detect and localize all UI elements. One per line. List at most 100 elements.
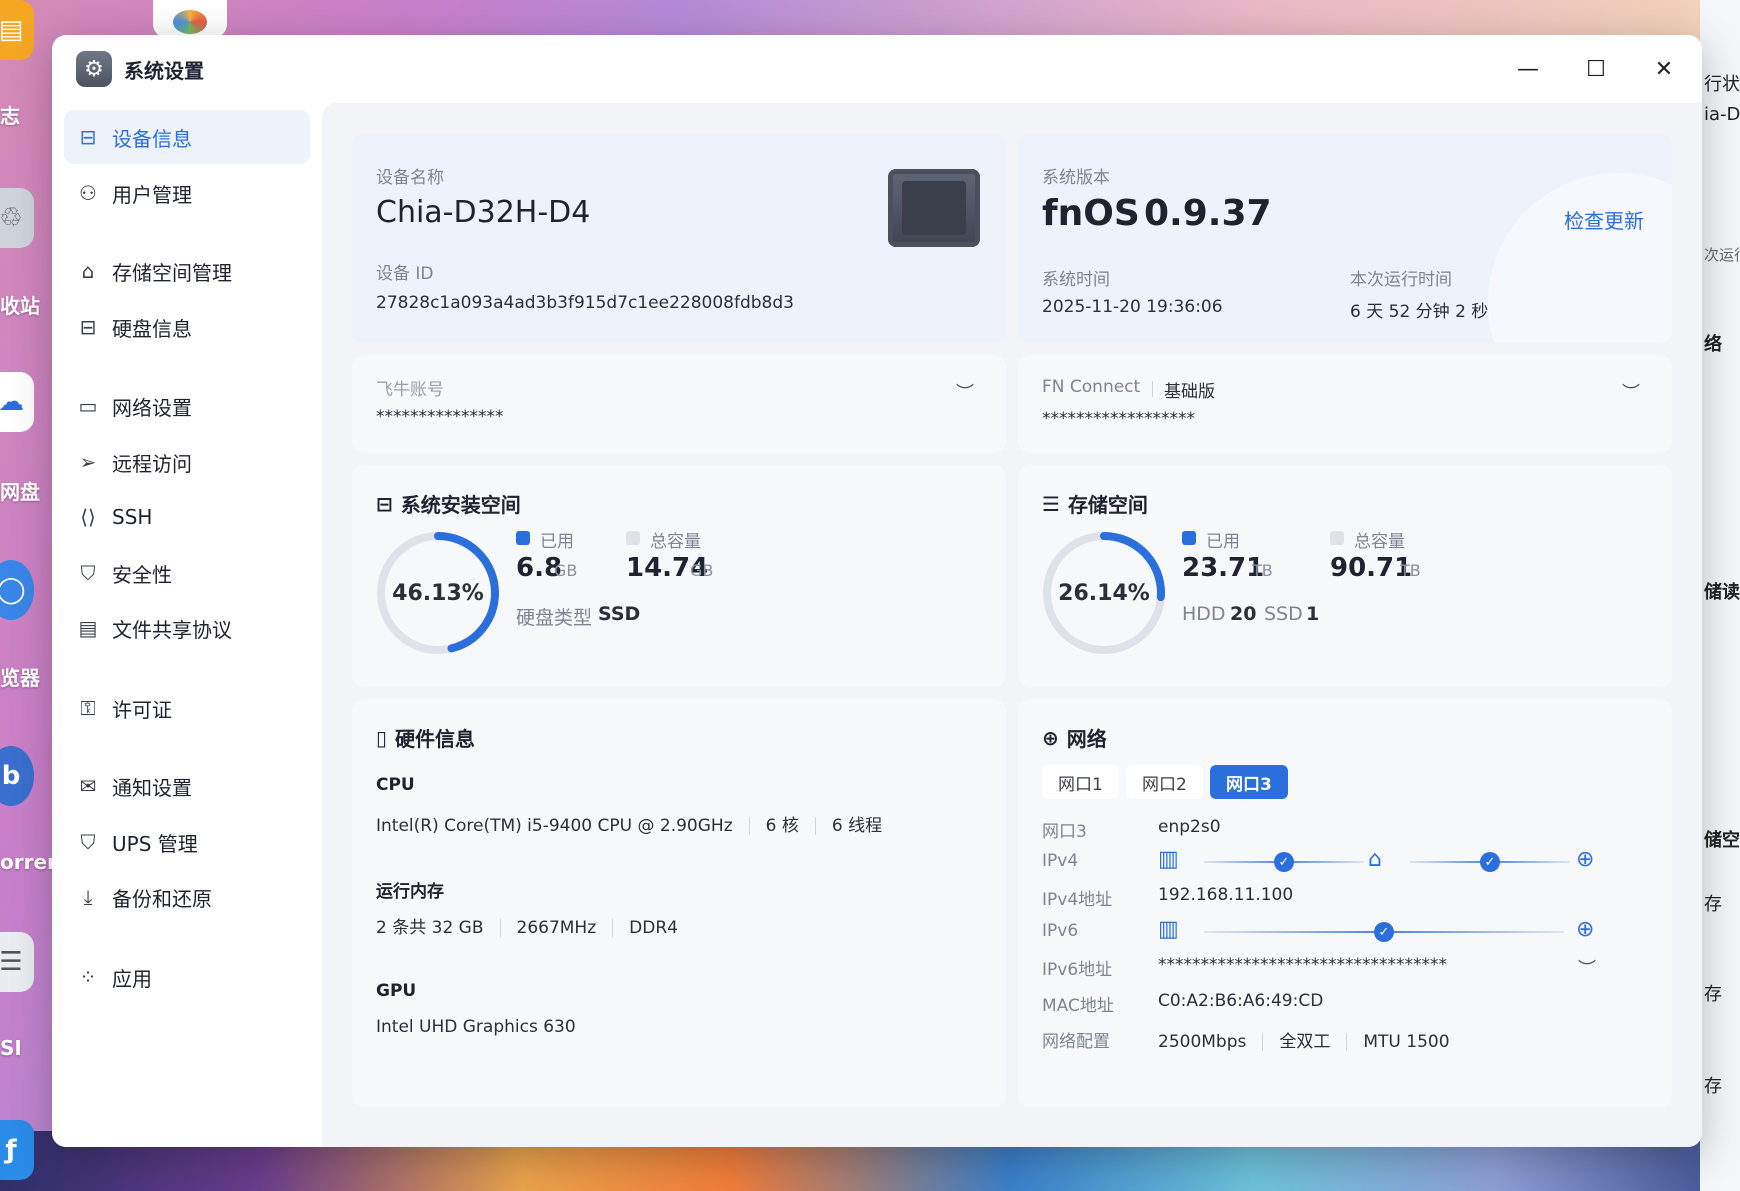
tab-port2[interactable]: 网口2 bbox=[1126, 765, 1203, 799]
recycle-bin-icon[interactable]: ♲ bbox=[0, 188, 34, 248]
peek-text: 存 bbox=[1704, 984, 1722, 1005]
sidebar-item-file-sharing[interactable]: ▤ 文件共享协议 bbox=[64, 601, 310, 655]
peek-text: ia-D bbox=[1704, 104, 1740, 125]
qbittorrent-app-icon[interactable]: b bbox=[0, 746, 34, 806]
dock-label: 览器 bbox=[0, 666, 40, 690]
log-app-icon[interactable]: ▤ bbox=[0, 0, 34, 60]
sidebar-item-network[interactable]: ▭ 网络设置 bbox=[64, 379, 310, 433]
eye-closed-icon[interactable]: ︶ bbox=[956, 379, 974, 405]
sidebar-item-label: 通知设置 bbox=[112, 775, 192, 800]
iscsi-app-icon[interactable]: ☰ bbox=[0, 932, 34, 992]
system-time: 2025-11-20 19:36:06 bbox=[1042, 297, 1223, 317]
sidebar-item-device-info[interactable]: ⊟ 设备信息 bbox=[64, 110, 310, 164]
device-icon: ▯ bbox=[376, 725, 388, 750]
account-label: 飞牛账号 bbox=[376, 380, 444, 400]
sidebar-item-apps[interactable]: ⁘ 应用 bbox=[64, 950, 310, 1004]
system-time-label: 系统时间 bbox=[1042, 270, 1110, 290]
gpu-model: Intel UHD Graphics 630 bbox=[376, 1017, 576, 1037]
os-name: fnOS bbox=[1042, 193, 1140, 234]
internet-globe-icon: ⊕ bbox=[1576, 917, 1595, 942]
cpu-model: Intel(R) Core(TM) i5-9400 CPU @ 2.90GHz bbox=[376, 816, 733, 836]
total-legend-swatch bbox=[626, 531, 640, 545]
cpu-threads: 6 线程 bbox=[831, 816, 883, 836]
hardware-card: ▯ 硬件信息 CPU Intel(R) Core(TM) i5-9400 CPU … bbox=[352, 699, 1006, 1107]
ssd-count: 1 bbox=[1306, 603, 1320, 625]
sidebar-item-backup[interactable]: ⤓ 备份和还原 bbox=[64, 870, 310, 924]
sidebar-item-license[interactable]: ⚿ 许可证 bbox=[64, 681, 310, 735]
eye-closed-icon[interactable]: ︶ bbox=[1578, 955, 1596, 981]
key-icon: ⚿ bbox=[80, 696, 96, 720]
ipv4-addr-label: IPv4地址 bbox=[1042, 890, 1113, 910]
users-icon: ⚇ bbox=[79, 181, 97, 205]
terminal-icon: ⟨⟩ bbox=[80, 505, 96, 529]
title-bar[interactable]: ⚙ 系统设置 — ☐ ✕ bbox=[52, 35, 1702, 99]
system-version-label: 系统版本 bbox=[1042, 168, 1110, 188]
used-unit: TB bbox=[1252, 561, 1273, 580]
tab-port1[interactable]: 网口1 bbox=[1042, 765, 1119, 799]
nas-device-icon bbox=[888, 169, 980, 247]
os-version: 0.9.37 bbox=[1144, 193, 1272, 234]
mac-label: MAC地址 bbox=[1042, 996, 1114, 1016]
shield-outline-icon: ⛉ bbox=[80, 830, 96, 854]
download-icon: ⤓ bbox=[83, 885, 93, 909]
ram-type: DDR4 bbox=[629, 918, 678, 938]
device-name-label: 设备名称 bbox=[376, 168, 444, 188]
sidebar-item-label: 硬盘信息 bbox=[112, 316, 192, 341]
browser-app-icon[interactable]: ◯ bbox=[0, 560, 34, 620]
peek-text: 储读 bbox=[1704, 582, 1740, 603]
link-speed: 2500Mbps bbox=[1158, 1032, 1247, 1052]
peek-text: 行状 bbox=[1704, 74, 1740, 95]
sidebar-item-label: 设备信息 bbox=[112, 126, 192, 151]
main-content: 设备名称 Chia-D32H-D4 设备 ID 27828c1a093a4ad3… bbox=[322, 103, 1702, 1147]
device-name: Chia-D32H-D4 bbox=[376, 195, 591, 230]
total-label: 总容量 bbox=[650, 532, 701, 552]
storage-title-text: 存储空间 bbox=[1067, 493, 1148, 517]
sidebar-item-security[interactable]: ⛉ 安全性 bbox=[64, 546, 310, 600]
sidebar-item-label: 网络设置 bbox=[112, 395, 192, 420]
send-icon: ➢ bbox=[79, 450, 97, 474]
fn-connect-tier: 基础版 bbox=[1164, 382, 1215, 402]
close-button[interactable]: ✕ bbox=[1644, 49, 1684, 89]
sidebar-item-remote-access[interactable]: ➢ 远程访问 bbox=[64, 435, 310, 489]
sidebar-item-ssh[interactable]: ⟨⟩ SSH bbox=[64, 490, 310, 544]
file-icon: ▤ bbox=[78, 616, 98, 640]
ipv6-label: IPv6 bbox=[1042, 921, 1079, 941]
network-card: ⊕ 网络 网口1 网口2 网口3 网口3 enp2s0 IPv4 ▥ ✓ ⌂ ✓ … bbox=[1018, 699, 1672, 1107]
tab-port3[interactable]: 网口3 bbox=[1210, 765, 1288, 799]
network-icon: ▭ bbox=[78, 394, 98, 418]
fn-connect-label: FN Connect bbox=[1042, 377, 1141, 397]
server-icon: ☰ bbox=[1042, 491, 1060, 516]
sidebar-item-notifications[interactable]: ✉ 通知设置 bbox=[64, 759, 310, 813]
ipv6-addr-label: IPv6地址 bbox=[1042, 960, 1113, 980]
window-title: 系统设置 bbox=[124, 59, 204, 83]
sidebar-item-users[interactable]: ⚇ 用户管理 bbox=[64, 166, 310, 220]
check-icon: ✓ bbox=[1274, 852, 1294, 872]
eye-closed-icon[interactable]: ︶ bbox=[1622, 379, 1640, 405]
photos-app-icon[interactable] bbox=[153, 0, 227, 38]
minimize-button[interactable]: — bbox=[1508, 49, 1548, 89]
ram-size: 2 条共 32 GB bbox=[376, 918, 484, 938]
netdisk-app-icon[interactable]: ☁ bbox=[0, 372, 34, 432]
ram-info: 2 条共 32 GB 2667MHz DDR4 bbox=[376, 913, 678, 938]
ipv4-label: IPv4 bbox=[1042, 851, 1079, 871]
app-icon[interactable]: ƒ bbox=[0, 1120, 34, 1180]
account-value: *************** bbox=[376, 407, 504, 427]
hardware-title-text: 硬件信息 bbox=[395, 727, 476, 751]
drive-icon: ⊟ bbox=[376, 491, 393, 516]
total-unit: TB bbox=[1400, 561, 1421, 580]
maximize-button[interactable]: ☐ bbox=[1576, 49, 1616, 89]
sidebar-item-storage[interactable]: ⌂ 存储空间管理 bbox=[64, 244, 310, 298]
sidebar-item-label: 应用 bbox=[112, 966, 152, 991]
sidebar-item-ups[interactable]: ⛉ UPS 管理 bbox=[64, 815, 310, 869]
apps-icon: ⁘ bbox=[79, 965, 97, 989]
check-update-link[interactable]: 检查更新 bbox=[1564, 205, 1644, 234]
total-unit: GB bbox=[690, 561, 714, 580]
sidebar-item-label: 许可证 bbox=[112, 697, 172, 722]
used-label: 已用 bbox=[540, 532, 574, 552]
network-title-text: 网络 bbox=[1066, 727, 1107, 751]
dock-label: SI bbox=[0, 1036, 22, 1060]
sidebar-item-label: 安全性 bbox=[112, 562, 172, 587]
hdd-label: HDD bbox=[1182, 603, 1226, 625]
system-space-card: ⊟ 系统安装空间 46.13% 已用 6.8 GB 总容量 14.74 GB 硬盘… bbox=[352, 465, 1006, 687]
sidebar-item-disk[interactable]: ⊟ 硬盘信息 bbox=[64, 300, 310, 354]
